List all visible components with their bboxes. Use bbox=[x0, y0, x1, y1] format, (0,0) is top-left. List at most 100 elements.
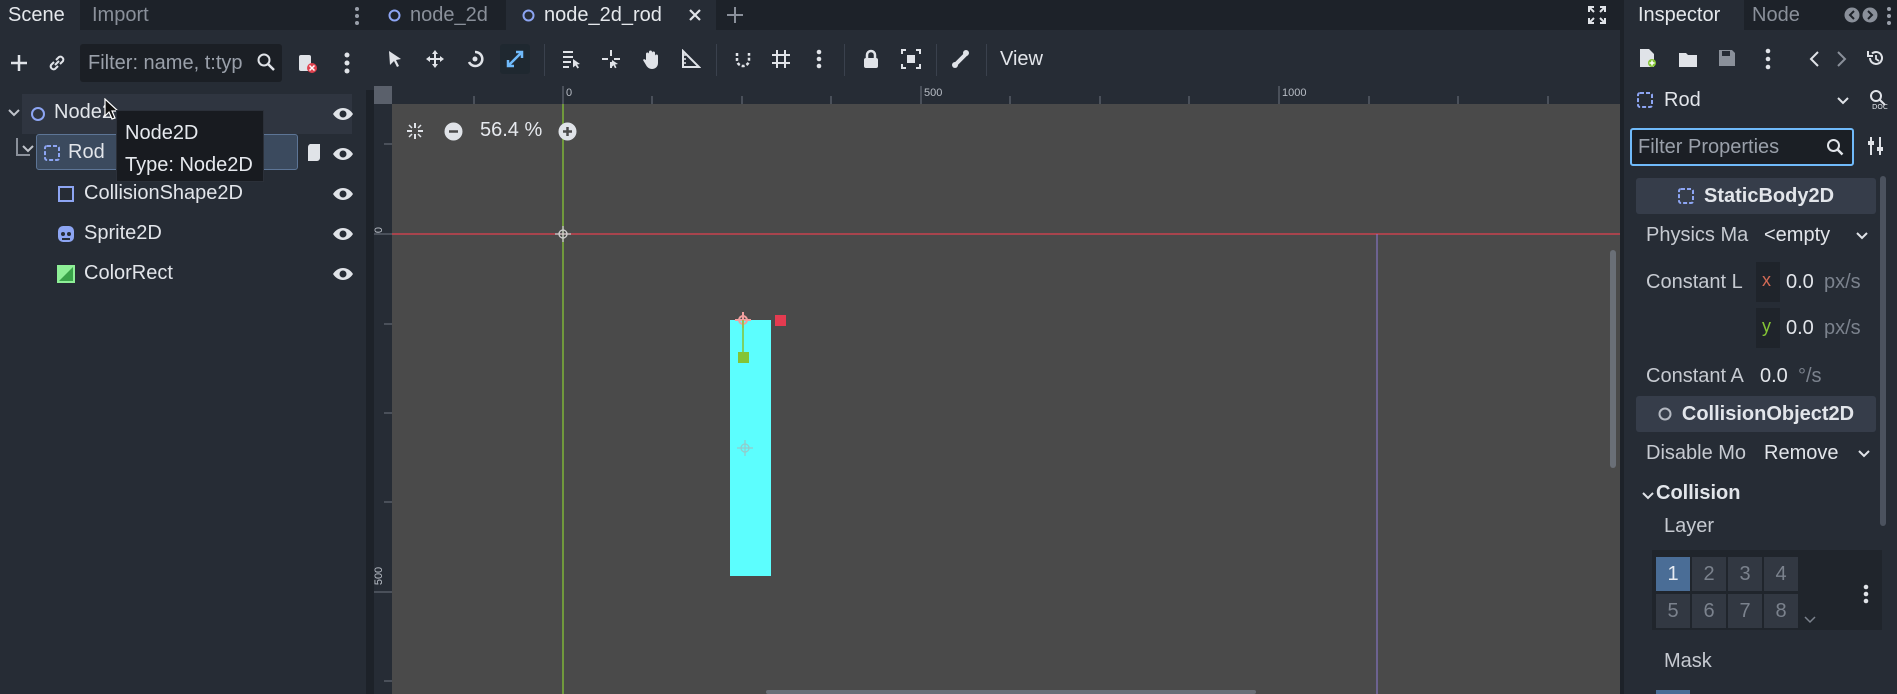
dock-right-arrow-icon[interactable] bbox=[1862, 7, 1878, 23]
visibility-eye-icon[interactable] bbox=[332, 184, 354, 204]
node2d-icon bbox=[522, 9, 535, 22]
snap-options-button[interactable] bbox=[804, 44, 834, 74]
ruler-mode-button[interactable] bbox=[676, 44, 706, 74]
open-folder-icon[interactable] bbox=[1678, 50, 1698, 68]
scene-tab-node2d[interactable]: node_2d bbox=[374, 0, 498, 30]
history-icon[interactable] bbox=[1866, 48, 1886, 68]
grid-snap-button[interactable] bbox=[766, 44, 796, 74]
doc-icon[interactable]: DOC bbox=[1868, 88, 1890, 110]
visibility-eye-icon[interactable] bbox=[332, 264, 354, 284]
layer-cell-3[interactable]: 3 bbox=[1728, 557, 1762, 591]
linear-y-field[interactable]: 0.0 px/s bbox=[1780, 308, 1872, 348]
list-select-icon bbox=[563, 51, 580, 69]
tab-scene[interactable]: Scene bbox=[0, 0, 80, 30]
horizontal-scrollbar[interactable] bbox=[766, 690, 1256, 694]
filter-properties-input[interactable]: Filter Properties bbox=[1630, 128, 1854, 166]
save-icon[interactable] bbox=[1718, 49, 1736, 67]
layer-cell-7[interactable]: 7 bbox=[1728, 594, 1762, 628]
group-button[interactable] bbox=[896, 44, 926, 74]
select-mode-button[interactable] bbox=[380, 44, 410, 74]
script-icon[interactable] bbox=[306, 142, 322, 162]
distraction-free-icon[interactable] bbox=[1588, 6, 1606, 24]
layer-cell-2[interactable]: 2 bbox=[1692, 557, 1726, 591]
move-icon bbox=[426, 50, 444, 68]
new-resource-icon[interactable] bbox=[1638, 48, 1656, 68]
dock-menu-icon[interactable] bbox=[1886, 6, 1892, 26]
vertical-scrollbar[interactable] bbox=[1610, 250, 1616, 468]
collapse-arrow-icon[interactable] bbox=[8, 108, 20, 118]
mask-cell-1[interactable] bbox=[1656, 690, 1690, 694]
instance-scene-button[interactable] bbox=[42, 48, 72, 78]
disable-mode-value: Remove bbox=[1764, 442, 1839, 464]
node-selector-dropdown[interactable]: Rod bbox=[1632, 82, 1854, 120]
layer-cell-8[interactable]: 8 bbox=[1764, 594, 1798, 628]
group-icon bbox=[901, 49, 921, 69]
center-view-icon[interactable] bbox=[406, 122, 424, 140]
history-forward-icon[interactable] bbox=[1836, 50, 1848, 68]
bone-icon bbox=[952, 50, 969, 68]
mask-label: Mask bbox=[1664, 650, 1712, 672]
inspector-scrollbar[interactable] bbox=[1880, 176, 1886, 526]
ruler-top-label-0: 0 bbox=[566, 87, 573, 99]
visibility-eye-icon[interactable] bbox=[332, 144, 354, 164]
zoom-level-label[interactable]: 56.4 % bbox=[480, 119, 542, 142]
list-select-button[interactable] bbox=[556, 44, 586, 74]
lock-icon bbox=[864, 49, 878, 68]
property-settings-icon[interactable] bbox=[1866, 136, 1886, 156]
section-staticbody2d-label: StaticBody2D bbox=[1703, 184, 1835, 207]
linear-x-field[interactable]: 0.0 px/s bbox=[1780, 262, 1872, 302]
rotate-mode-button[interactable] bbox=[460, 44, 490, 74]
collision-group[interactable]: Collision bbox=[1642, 480, 1882, 514]
close-icon[interactable] bbox=[688, 8, 702, 22]
layer-cell-4[interactable]: 4 bbox=[1764, 557, 1798, 591]
attach-script-button[interactable] bbox=[292, 48, 322, 78]
view-menu[interactable]: View bbox=[1000, 48, 1043, 71]
scene-filter-input[interactable]: Filter: name, t:typ bbox=[80, 44, 282, 82]
dock-menu-icon[interactable] bbox=[354, 6, 360, 26]
zoom-out-icon[interactable] bbox=[444, 122, 463, 141]
linear-y-unit: px/s bbox=[1824, 317, 1861, 339]
disable-mode-label: Disable Mo bbox=[1646, 442, 1747, 464]
dock-splitter[interactable] bbox=[366, 0, 374, 694]
visibility-eye-icon[interactable] bbox=[332, 104, 354, 124]
plus-icon bbox=[11, 55, 27, 71]
skeleton-button[interactable] bbox=[946, 44, 976, 74]
disable-mode-dropdown[interactable]: Remove bbox=[1756, 436, 1874, 472]
tab-import[interactable]: Import bbox=[84, 0, 176, 30]
angular-field[interactable]: 0.0 °/s bbox=[1756, 358, 1872, 394]
physics-material-dropdown[interactable]: <empty bbox=[1756, 218, 1874, 254]
canvas-toolbar: View bbox=[366, 30, 1624, 90]
hand-icon bbox=[643, 50, 658, 69]
layer-options-icon[interactable] bbox=[1863, 584, 1869, 604]
tab-inspector[interactable]: Inspector bbox=[1624, 0, 1744, 30]
add-tab-icon[interactable] bbox=[724, 4, 746, 26]
viewport-canvas[interactable]: 56.4 % bbox=[392, 104, 1624, 694]
dock-left-arrow-icon[interactable] bbox=[1844, 7, 1860, 23]
tab-node[interactable]: Node bbox=[1752, 4, 1800, 27]
section-staticbody2d[interactable]: StaticBody2D bbox=[1636, 178, 1876, 214]
smart-snap-button[interactable] bbox=[728, 44, 758, 74]
visibility-eye-icon[interactable] bbox=[332, 224, 354, 244]
tree-label-colorrect: ColorRect bbox=[84, 262, 173, 284]
zoom-in-icon[interactable] bbox=[558, 122, 577, 141]
toolbar-separator bbox=[986, 44, 987, 76]
pivot-mode-button[interactable] bbox=[596, 44, 626, 74]
section-collisionobject2d[interactable]: CollisionObject2D bbox=[1636, 396, 1876, 432]
layer-cell-6[interactable]: 6 bbox=[1692, 594, 1726, 628]
add-node-button[interactable] bbox=[4, 48, 34, 78]
tooltip-line2: Type: Node2D bbox=[125, 154, 253, 176]
history-back-icon[interactable] bbox=[1808, 50, 1820, 68]
layer-cell-5[interactable]: 5 bbox=[1656, 594, 1690, 628]
move-mode-button[interactable] bbox=[420, 44, 450, 74]
lock-button[interactable] bbox=[856, 44, 886, 74]
toolbar-separator bbox=[844, 44, 845, 76]
layer-cell-1[interactable]: 1 bbox=[1656, 557, 1690, 591]
collapse-arrow-icon[interactable] bbox=[22, 144, 34, 154]
scale-mode-button[interactable] bbox=[500, 44, 530, 74]
kebab-icon[interactable] bbox=[1765, 48, 1771, 70]
pan-mode-button[interactable] bbox=[636, 44, 666, 74]
scene-tab-node2d-rod[interactable]: node_2d_rod bbox=[506, 0, 716, 30]
scene-more-button[interactable] bbox=[332, 48, 362, 78]
scene-drawing bbox=[392, 104, 1624, 694]
layer-expand-icon[interactable] bbox=[1804, 616, 1816, 625]
